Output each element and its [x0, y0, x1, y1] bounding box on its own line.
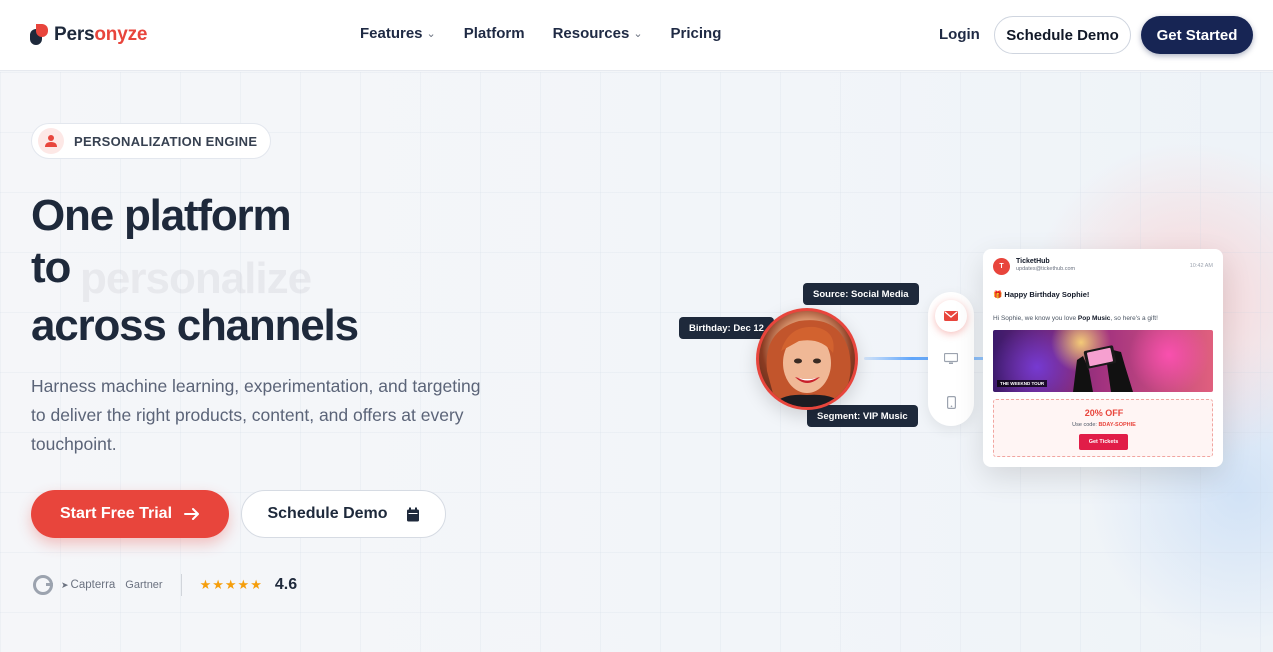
user-icon — [38, 128, 64, 154]
email-preview-card: T TicketHub updates@tickethub.com 10:42 … — [983, 249, 1223, 467]
schedule-demo-nav-button[interactable]: Schedule Demo — [994, 16, 1131, 54]
headline-line-3: across channels — [31, 301, 359, 350]
web-channel-button[interactable] — [935, 343, 967, 375]
schedule-demo-button[interactable]: Schedule Demo — [241, 490, 446, 538]
nav-item-features[interactable]: Features ⌄ — [360, 25, 436, 42]
sender-name: TicketHub — [1016, 258, 1050, 265]
tag-source: Source: Social Media — [803, 283, 919, 305]
gartner-logo: Gartner — [125, 579, 163, 591]
customer-photo — [759, 311, 855, 407]
start-free-trial-button[interactable]: Start Free Trial — [31, 490, 229, 538]
hero-subtext: Harness machine learning, experimentatio… — [31, 376, 481, 454]
g2-logo-icon — [33, 575, 53, 595]
email-icon — [944, 311, 958, 321]
schedule-demo-label: Schedule Demo — [267, 505, 388, 522]
sender-address: updates@tickethub.com — [1016, 266, 1076, 272]
tag-birthday: Birthday: Dec 12 — [679, 317, 774, 339]
calendar-icon — [406, 507, 419, 521]
email-time: 10:42 AM — [1189, 263, 1213, 269]
tag-segment: Segment: VIP Music — [807, 405, 918, 427]
star-rating: ★★★★★ — [199, 577, 263, 592]
chevron-down-icon: ⌄ — [633, 28, 643, 40]
email-subject: 🎁 Happy Birthday Sophie! — [993, 290, 1090, 299]
arrow-right-icon — [184, 508, 200, 520]
nav-links: Features ⌄ Platform Resources ⌄ Pricing — [360, 25, 721, 42]
capterra-logo: ➤ Capterra — [61, 579, 116, 591]
concert-image: THE WEEKND TOUR — [993, 330, 1213, 392]
login-link[interactable]: Login — [939, 26, 980, 43]
coupon-box: 20% OFF Use code: BDAY-SOPHIE Get Ticket… — [993, 399, 1213, 457]
channel-selector — [928, 292, 974, 426]
brand-name: Personyze — [54, 24, 148, 45]
customer-avatar — [756, 308, 858, 410]
divider — [180, 574, 182, 596]
hero-headline: One platform to across channels — [31, 190, 591, 352]
mobile-channel-button[interactable] — [935, 386, 967, 418]
headline-line-2: to — [31, 243, 71, 292]
desktop-icon — [944, 353, 958, 364]
hero-badge: PERSONALIZATION ENGINE — [31, 123, 271, 159]
ratings-row: ➤ Capterra Gartner ★★★★★ 4.6 — [33, 573, 297, 597]
image-caption: THE WEEKND TOUR — [997, 380, 1048, 387]
email-channel-button[interactable] — [935, 300, 967, 332]
offer-title: 20% OFF — [1084, 408, 1124, 418]
email-body: Hi Sophie, we know you love Pop Music, s… — [993, 315, 1158, 322]
top-navbar: Personyze Features ⌄ Platform Resources ⌄ … — [0, 0, 1273, 71]
offer-code: Use code: BDAY-SOPHIE — [1072, 422, 1136, 428]
nav-item-resources[interactable]: Resources ⌄ — [553, 25, 643, 42]
chevron-down-icon: ⌄ — [426, 28, 436, 40]
brand-logo[interactable]: Personyze — [30, 24, 147, 46]
headline-line-1: One platform — [31, 191, 292, 240]
nav-item-platform[interactable]: Platform — [464, 25, 525, 42]
rating-score: 4.6 — [274, 576, 298, 593]
nav-item-pricing[interactable]: Pricing — [671, 25, 722, 42]
get-tickets-button[interactable]: Get Tickets — [1079, 434, 1128, 450]
logo-icon — [30, 24, 48, 46]
mobile-icon — [946, 395, 956, 409]
start-free-trial-label: Start Free Trial — [59, 505, 173, 522]
get-started-button[interactable]: Get Started — [1141, 16, 1253, 54]
sender-avatar: T — [993, 258, 1010, 275]
